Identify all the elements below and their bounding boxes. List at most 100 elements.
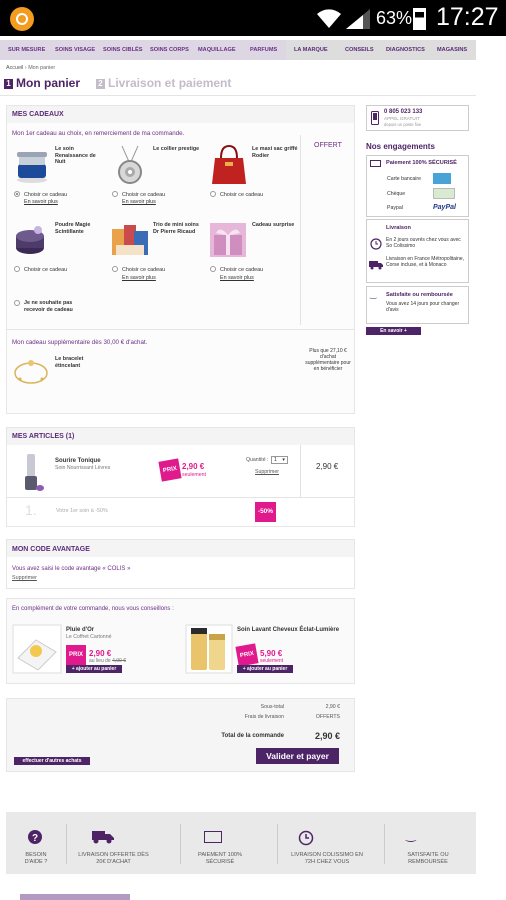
chevron-down-icon: ▾ — [282, 457, 285, 463]
gift-name-5: Trio de mini soins Dr Pierre Ricaud — [153, 222, 199, 235]
smile-icon: ‿ — [370, 290, 377, 299]
gift-name-3: Le maxi sac griffé Rodier — [252, 146, 298, 159]
gift-choose-2[interactable]: Choisir ce cadeau — [112, 191, 165, 199]
gift-powder-image — [16, 226, 44, 254]
phone-number[interactable]: 0 805 023 133 — [384, 109, 422, 115]
gift-radio-6[interactable] — [210, 266, 216, 272]
learn-more-button[interactable]: En savoir + — [366, 327, 421, 335]
footer-satisfaction[interactable]: SATISFAITE OU REMBOURSÉE — [398, 852, 458, 865]
gift-radio-5[interactable] — [112, 266, 118, 272]
reco-shampoo-image — [185, 624, 233, 674]
gift-more-1[interactable]: En savoir plus — [24, 199, 58, 206]
code-remove-link[interactable]: Supprimer — [12, 575, 37, 581]
nav-soins-cibles[interactable]: SOINS CIBLÉS — [103, 47, 142, 53]
payment-title: Paiement 100% SÉCURISÉ — [386, 160, 457, 166]
gift-choose-1[interactable]: Choisir ce cadeau — [14, 191, 67, 199]
footer-help[interactable]: BESOIN D'AIDE ? — [16, 852, 56, 865]
main-nav: SUR MESURE SOINS VISAGE SOINS CIBLÉS SOI… — [0, 40, 476, 60]
product-lip-image — [25, 454, 44, 491]
nav-sur-mesure[interactable]: SUR MESURE — [8, 47, 45, 53]
nav-maquillage[interactable]: MAQUILLAGE — [198, 47, 236, 53]
gift-radio-2[interactable] — [112, 191, 118, 197]
nav-conseils[interactable]: CONSEILS — [345, 47, 374, 53]
reco-add-button-2[interactable]: + ajouter au panier — [237, 665, 293, 673]
reco-price-1: 2,90 € — [89, 649, 112, 658]
subtotal-value: 2,90 € — [325, 704, 340, 710]
gift-name-4: Poudre Magie Scintillante — [55, 222, 91, 235]
wifi-icon — [317, 9, 341, 28]
continue-shopping-button[interactable]: effectuer d'autres achats — [14, 757, 90, 765]
breadcrumb: Accueil › Mon panier — [6, 65, 56, 71]
gift-radio-4[interactable] — [14, 266, 20, 272]
quantity-label: Quantité : — [246, 457, 269, 463]
reco-sub-1: Le Coffret Cartonné — [66, 634, 112, 640]
gift-choose-6[interactable]: Choisir ce cadeau — [210, 266, 263, 274]
credit-card-logo — [433, 173, 451, 184]
footer-colissimo[interactable]: LIVRAISON COLISSIMO EN 72H CHEZ VOUS — [286, 852, 368, 865]
gift-choose-3[interactable]: Choisir ce cadeau — [210, 191, 263, 199]
reco-badge-2: PRIX — [235, 643, 259, 667]
gift-name-6: Cadeau surprise — [252, 222, 295, 228]
reco-add-button-1[interactable]: + ajouter au panier — [66, 665, 122, 673]
reco-old-price-1: 4,90 € — [112, 658, 126, 664]
nav-soins-corps[interactable]: SOINS CORPS — [150, 47, 189, 53]
nav-la-marque[interactable]: LA MARQUE — [294, 47, 328, 53]
gift-more-2[interactable]: En savoir plus — [122, 199, 156, 206]
gift-necklace-image — [118, 146, 142, 184]
nav-diagnostics[interactable]: DIAGNOSTICS — [386, 47, 425, 53]
reco-gift-box-image — [12, 624, 62, 674]
remove-item-link[interactable]: Supprimer — [255, 469, 279, 475]
bracelet-image — [14, 360, 48, 384]
price-note: seulement — [182, 472, 206, 478]
promo-badge: -50% — [255, 502, 276, 522]
reco-note-2: seulement — [260, 658, 284, 664]
code-text: Vous avez saisi le code avantage « COLIS… — [12, 566, 131, 572]
smile-icon: ‿ — [406, 828, 416, 842]
engagements-title: Nos engagements — [366, 142, 435, 151]
gifts-intro: Mon 1er cadeau au choix, en remerciement… — [12, 130, 185, 137]
no-gift-radio[interactable] — [14, 300, 20, 306]
reco-badge-1: PRIX — [66, 645, 86, 665]
reco-old-prefix-1: au lieu de — [89, 658, 111, 664]
step-cart: 1 Mon panier — [4, 76, 80, 90]
validate-pay-button[interactable]: Valider et payer — [256, 748, 339, 764]
reco-name-1[interactable]: Pluie d'Or — [66, 627, 94, 633]
price-badge: PRIX — [158, 458, 182, 482]
product-price: 2,90 € — [182, 462, 205, 471]
nav-parfums[interactable]: PARFUMS — [250, 47, 277, 53]
breadcrumb-home[interactable]: Accueil — [6, 65, 23, 71]
gift-choose-5[interactable]: Choisir ce cadeau — [112, 266, 165, 274]
shipping-label: Frais de livraison — [244, 714, 284, 720]
satisfaction-title: Satisfaite ou remboursée — [386, 292, 453, 298]
gifts-offert: OFFERT — [314, 142, 342, 149]
gift-choose-4[interactable]: Choisir ce cadeau — [14, 266, 67, 274]
footer-secure-payment[interactable]: PAIEMENT 100% SÉCURISÉ — [190, 852, 250, 865]
footer-free-shipping[interactable]: LIVRAISON OFFERTE DÈS 20€ D'ACHAT — [76, 852, 151, 865]
gift-radio-1[interactable] — [14, 191, 20, 197]
gift-more-6[interactable]: En savoir plus — [220, 275, 254, 282]
articles-title: MES ARTICLES (1) — [12, 433, 75, 440]
card-icon — [370, 160, 381, 167]
gift-more-5[interactable]: En savoir plus — [122, 275, 156, 282]
gift-radio-3[interactable] — [210, 191, 216, 197]
shipping-value: OFFERTS — [315, 714, 340, 720]
code-title: MON CODE AVANTAGE — [12, 546, 90, 553]
gift-cream-image — [17, 152, 47, 183]
nav-magasins[interactable]: MAGASINS — [437, 47, 467, 53]
bottom-button[interactable] — [20, 894, 130, 900]
signal-icon — [346, 9, 370, 29]
gift-trio-image — [112, 225, 148, 255]
product-name[interactable]: Sourire Tonique — [55, 458, 101, 464]
quantity-select[interactable]: 1 ▾ — [271, 456, 288, 464]
promo-number: 1. — [25, 502, 37, 518]
svg-text:?: ? — [32, 833, 38, 844]
reco-name-2[interactable]: Soin Lavant Cheveux Éclat-Lumière — [237, 627, 339, 633]
breadcrumb-current: Mon panier — [28, 65, 56, 71]
nav-soins-visage[interactable]: SOINS VISAGE — [55, 47, 95, 53]
reco-intro: En complément de votre commande, nous vo… — [12, 606, 174, 612]
step-delivery-payment[interactable]: 2 Livraison et paiement — [96, 76, 231, 90]
help-icon: ? — [28, 830, 42, 844]
product-subtitle: Soin Nourrissant Lèvres — [55, 465, 111, 471]
no-gift-option[interactable]: Je ne souhaite pas recevoir de cadeau — [14, 300, 86, 313]
footer-reassurance: ? BESOIN D'AIDE ? LIVRAISON OFFERTE DÈS … — [6, 812, 476, 874]
